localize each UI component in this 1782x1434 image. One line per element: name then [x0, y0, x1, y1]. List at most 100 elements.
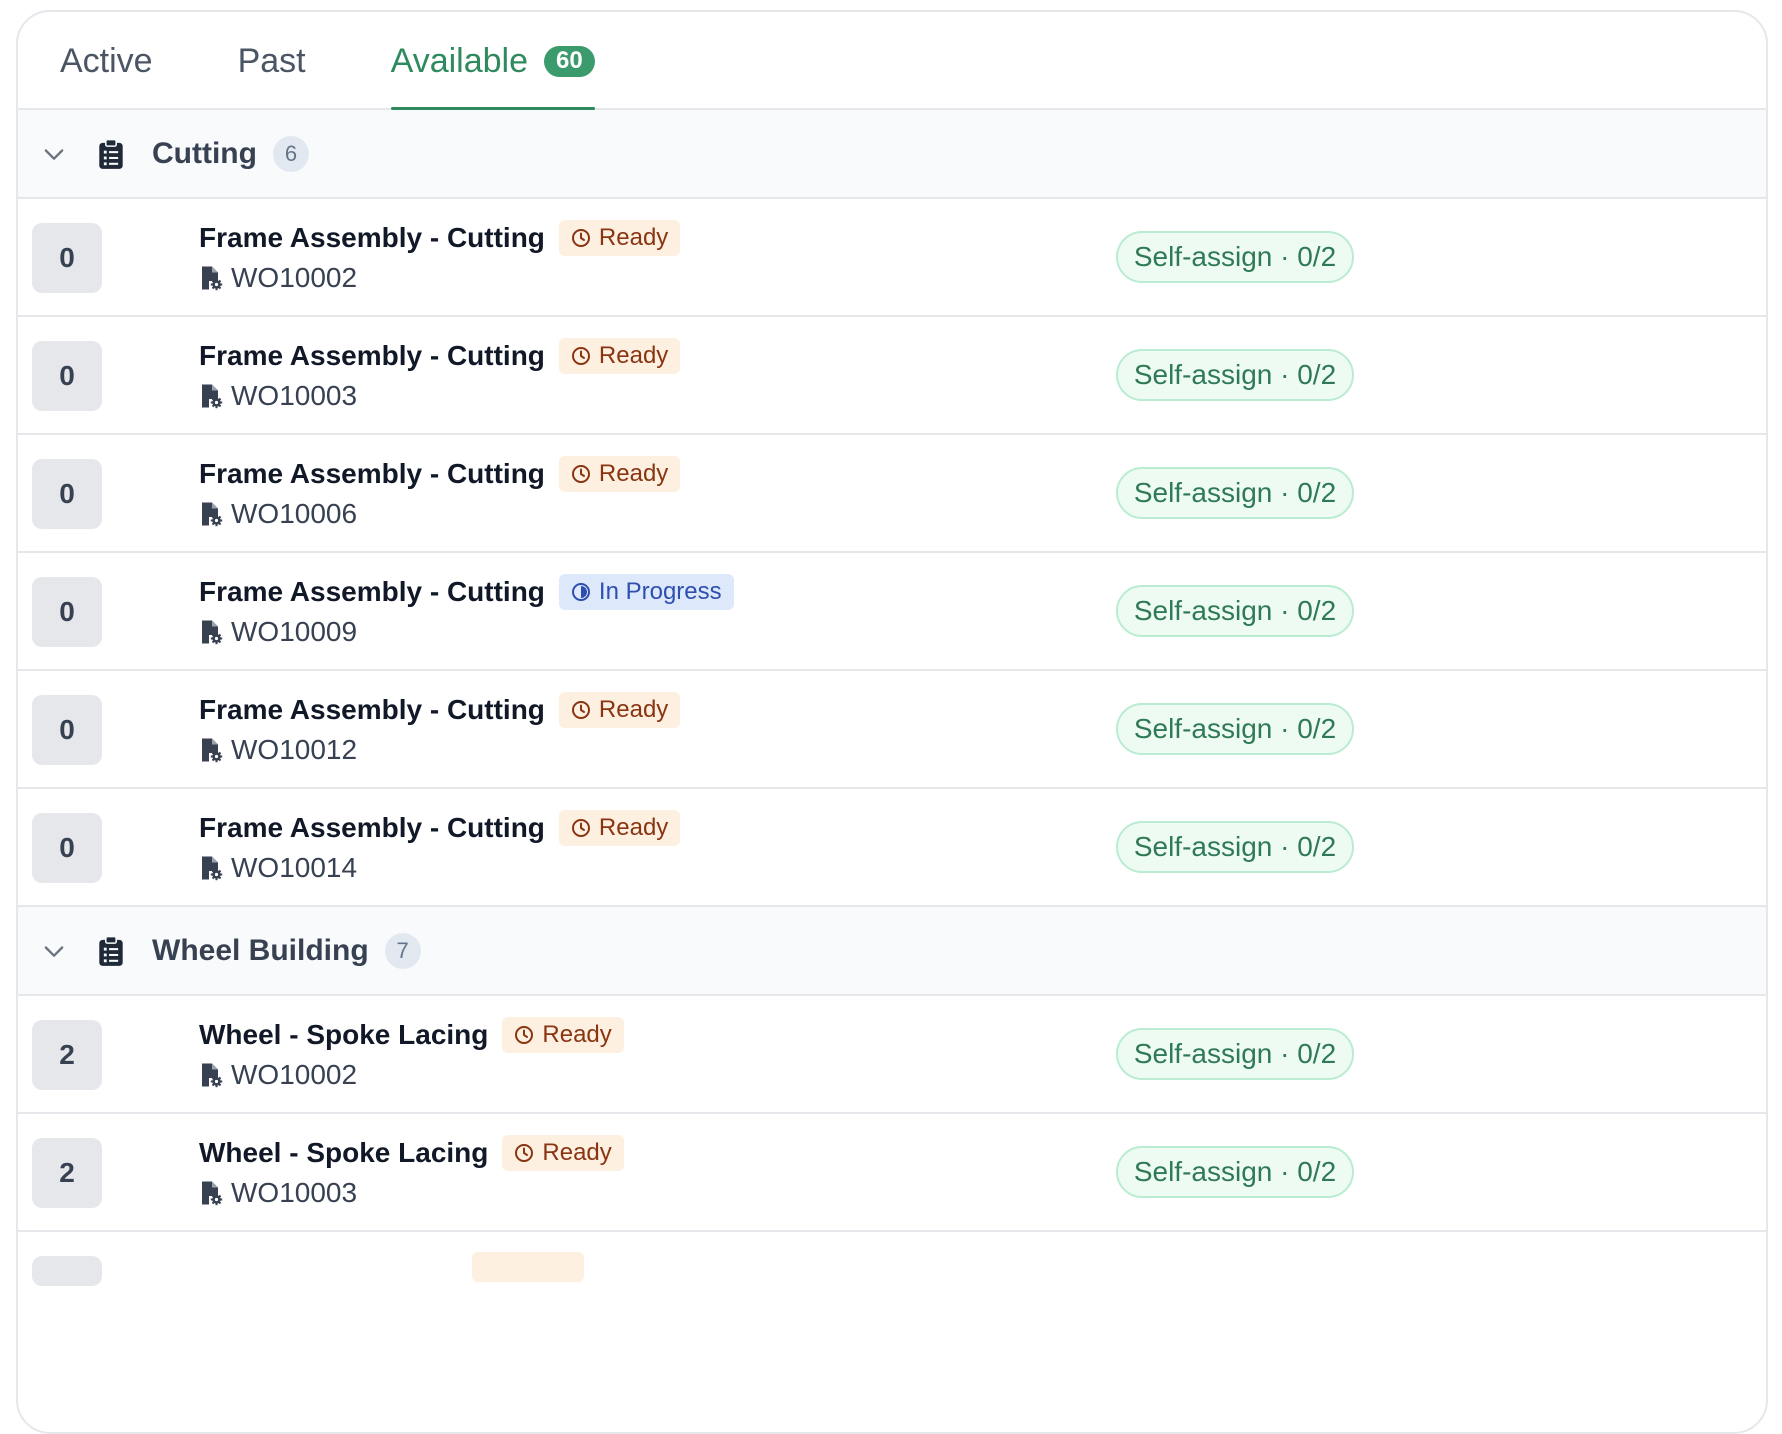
work-order-number[interactable]: WO10003: [231, 1177, 357, 1209]
file-gear-icon: [199, 265, 223, 291]
operation-info: Wheel - Spoke Lacing Ready WO10002: [199, 1016, 624, 1094]
status-label: Ready: [598, 342, 669, 369]
status-label: Ready: [598, 814, 669, 841]
work-order-number[interactable]: WO10003: [231, 380, 357, 412]
self-assign-button[interactable]: Self-assign · 0/2: [1116, 585, 1354, 637]
title-line: Wheel - Spoke Lacing Ready: [199, 1134, 624, 1172]
work-order-line: WO10002: [199, 1056, 624, 1094]
status-badge: Ready: [558, 338, 681, 374]
title-line: Wheel - Spoke Lacing Ready: [199, 1016, 624, 1054]
group-header[interactable]: Cutting 6: [18, 110, 1766, 199]
tab-count-badge: 60: [544, 45, 595, 77]
tab-label: Available: [390, 41, 529, 80]
group-title: Cutting: [152, 136, 257, 170]
operation-info: Frame Assembly - Cutting In Progress WO100…: [199, 573, 734, 651]
group-count-badge: 6: [272, 135, 309, 172]
tab-label: Past: [237, 41, 306, 80]
work-queue-panel: Active Past Available 60 Cutting 6 0 Frame …: [16, 10, 1768, 1434]
operation-title: Wheel - Spoke Lacing: [199, 1137, 489, 1168]
file-gear-icon: [199, 737, 223, 763]
tab-past[interactable]: Past: [238, 12, 306, 108]
tab-available[interactable]: Available 60: [390, 12, 595, 110]
file-gear-icon: [199, 619, 223, 645]
status-badge: Ready: [502, 1135, 624, 1171]
file-gear-icon: [199, 1180, 223, 1206]
quantity-badge: 0: [32, 223, 102, 293]
clock-icon: [571, 700, 599, 720]
clipboard-list-icon: [98, 935, 124, 966]
title-line: Frame Assembly - Cutting Ready: [199, 337, 681, 375]
operation-row-partial[interactable]: [18, 1232, 1766, 1350]
clock-icon: [514, 1025, 542, 1045]
operation-info: Frame Assembly - Cutting Ready WO10014: [199, 809, 681, 887]
operation-row[interactable]: 0 Frame Assembly - Cutting Ready WO10014 Sel…: [18, 789, 1766, 907]
clock-icon: [571, 228, 599, 248]
quantity-badge: 0: [32, 341, 102, 411]
operations-list: Cutting 6 0 Frame Assembly - Cutting Ready WO…: [18, 110, 1766, 1350]
quantity-badge: 0: [32, 695, 102, 765]
operation-title: Frame Assembly - Cutting: [199, 340, 545, 371]
operation-title: Frame Assembly - Cutting: [199, 812, 545, 843]
work-order-line: WO10002: [199, 259, 680, 297]
operation-row[interactable]: 2 Wheel - Spoke Lacing Ready WO10002 Self-as…: [18, 996, 1766, 1114]
chevron-down-icon[interactable]: [40, 937, 68, 965]
status-label: Ready: [598, 696, 669, 723]
clock-icon: [571, 818, 599, 838]
self-assign-button[interactable]: Self-assign · 0/2: [1116, 467, 1354, 519]
operation-title: Frame Assembly - Cutting: [199, 222, 545, 253]
half-circle-icon: [571, 582, 599, 602]
operation-row[interactable]: 0 Frame Assembly - Cutting Ready WO10012 Sel…: [18, 671, 1766, 789]
operation-title: Frame Assembly - Cutting: [199, 576, 545, 607]
status-badge: [472, 1252, 584, 1282]
group-header[interactable]: Wheel Building 7: [18, 907, 1766, 996]
work-order-number[interactable]: WO10009: [231, 616, 357, 648]
status-badge: Ready: [558, 456, 681, 492]
tab-label: Active: [60, 41, 153, 80]
clock-icon: [571, 346, 599, 366]
clock-icon: [571, 464, 599, 484]
status-label: Ready: [542, 1139, 612, 1166]
title-line: Frame Assembly - Cutting Ready: [199, 691, 681, 729]
self-assign-button[interactable]: Self-assign · 0/2: [1116, 1146, 1354, 1198]
file-gear-icon: [199, 1062, 223, 1088]
file-gear-icon: [199, 383, 223, 409]
quantity-badge: 2: [32, 1138, 102, 1208]
work-order-line: WO10003: [199, 1174, 624, 1212]
status-badge: Ready: [558, 220, 681, 256]
operation-row[interactable]: 2 Wheel - Spoke Lacing Ready WO10003 Self-as…: [18, 1114, 1766, 1232]
group-title: Wheel Building: [152, 933, 369, 967]
work-order-number[interactable]: WO10002: [231, 262, 357, 294]
status-badge: In Progress: [558, 574, 734, 610]
operation-info: Wheel - Spoke Lacing Ready WO10003: [199, 1134, 624, 1212]
operation-row[interactable]: 0 Frame Assembly - Cutting Ready WO10002 Sel…: [18, 199, 1766, 317]
self-assign-button[interactable]: Self-assign · 0/2: [1116, 703, 1354, 755]
work-order-line: WO10003: [199, 377, 680, 415]
self-assign-button[interactable]: Self-assign · 0/2: [1116, 231, 1354, 283]
operation-row[interactable]: 0 Frame Assembly - Cutting Ready WO10003 Sel…: [18, 317, 1766, 435]
operation-info: Frame Assembly - Cutting Ready WO10012: [199, 691, 681, 769]
work-order-number[interactable]: WO10014: [231, 852, 357, 884]
quantity-badge: 0: [32, 577, 102, 647]
work-order-number[interactable]: WO10002: [231, 1059, 357, 1091]
tab-active[interactable]: Active: [60, 12, 153, 108]
chevron-down-icon[interactable]: [40, 140, 68, 168]
work-order-line: WO10006: [199, 495, 680, 533]
work-order-number[interactable]: WO10012: [231, 734, 357, 766]
operation-row[interactable]: 0 Frame Assembly - Cutting Ready WO10006 Sel…: [18, 435, 1766, 553]
work-order-line: WO10009: [199, 613, 734, 651]
self-assign-button[interactable]: Self-assign · 0/2: [1116, 1028, 1354, 1080]
work-order-number[interactable]: WO10006: [231, 498, 357, 530]
operation-info: Frame Assembly - Cutting Ready WO10006: [199, 455, 681, 533]
quantity-badge: 2: [32, 1020, 102, 1090]
operation-row[interactable]: 0 Frame Assembly - Cutting In Progress WO10…: [18, 553, 1766, 671]
operation-info: Frame Assembly - Cutting Ready WO10002: [199, 219, 681, 297]
self-assign-button[interactable]: Self-assign · 0/2: [1116, 349, 1354, 401]
operation-title: Wheel - Spoke Lacing: [199, 1019, 489, 1050]
status-badge: Ready: [558, 692, 681, 728]
work-order-line: WO10012: [199, 731, 680, 769]
status-label: Ready: [598, 460, 669, 487]
quantity-badge: 0: [32, 813, 102, 883]
self-assign-button[interactable]: Self-assign · 0/2: [1116, 821, 1354, 873]
clipboard-list-icon: [98, 138, 124, 169]
title-line: Frame Assembly - Cutting Ready: [199, 809, 681, 847]
